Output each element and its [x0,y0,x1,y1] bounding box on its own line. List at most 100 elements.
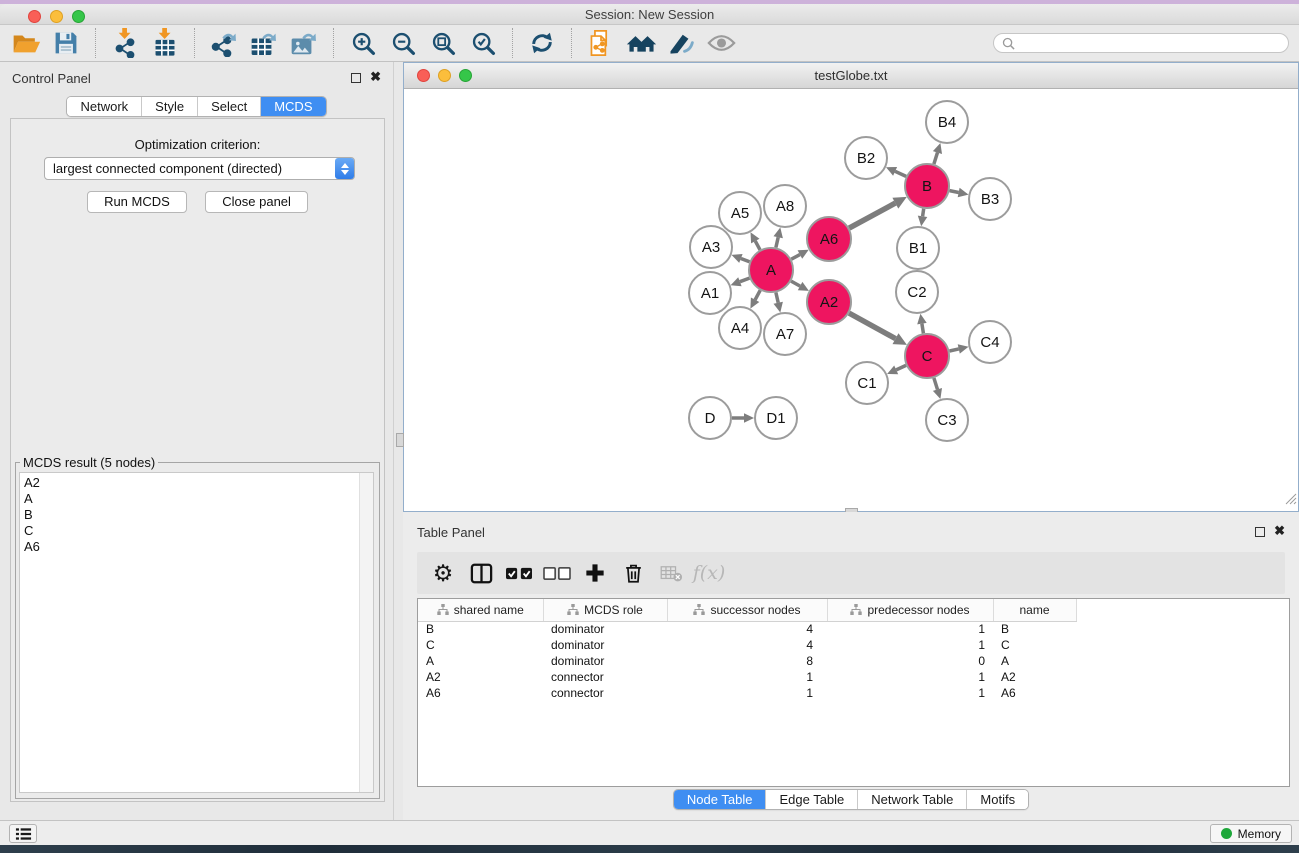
mcds-result-item[interactable]: C [20,523,373,539]
edge-B-B1[interactable] [918,209,928,226]
table-cell[interactable]: 0 [827,653,993,669]
table-cell[interactable]: B [993,621,1076,637]
hide-details-icon[interactable] [661,27,701,60]
select-all-columns-icon[interactable] [505,556,533,590]
node-A6[interactable]: A6 [807,217,851,261]
node-B4[interactable]: B4 [926,101,968,143]
zoom-fit-icon[interactable] [423,27,463,60]
zoom-out-icon[interactable] [383,27,423,60]
refresh-icon[interactable] [522,27,562,60]
table-cell[interactable]: dominator [543,653,667,669]
edge-A-A4[interactable] [750,290,760,308]
node-B2[interactable]: B2 [845,137,887,179]
edge-A-A2[interactable] [791,281,809,291]
table-cell[interactable]: A2 [993,669,1076,685]
edge-B-B3[interactable] [950,188,969,197]
edge-C-C3[interactable] [933,378,942,399]
zoom-in-icon[interactable] [343,27,383,60]
memory-button[interactable]: Memory [1210,824,1292,843]
edge-C-C1[interactable] [887,365,906,374]
split-panel-icon[interactable] [467,556,495,590]
search-box[interactable] [993,33,1289,53]
table-cell[interactable]: 1 [827,685,993,701]
table-cell[interactable]: A6 [993,685,1076,701]
close-panel-icon[interactable]: ✖ [370,70,381,84]
node-C4[interactable]: C4 [969,321,1011,363]
column-header-shared-name[interactable]: shared name [418,599,543,621]
node-A5[interactable]: A5 [719,192,761,234]
node-A4[interactable]: A4 [719,307,761,349]
delete-column-icon[interactable] [619,556,647,590]
import-table-icon[interactable] [145,27,185,60]
home-icon[interactable] [621,27,661,60]
table-cell[interactable]: 1 [827,621,993,637]
table-cell[interactable]: dominator [543,637,667,653]
table-cell[interactable]: connector [543,685,667,701]
table-cell[interactable]: 1 [827,637,993,653]
node-D1[interactable]: D1 [755,397,797,439]
add-column-icon[interactable] [581,556,609,590]
edge-A6-B[interactable] [849,197,907,228]
node-B3[interactable]: B3 [969,178,1011,220]
save-session-icon[interactable] [46,27,86,60]
table-cell[interactable]: 1 [667,669,827,685]
close-panel-button[interactable]: Close panel [205,191,308,213]
node-B1[interactable]: B1 [897,227,939,269]
node-C3[interactable]: C3 [926,399,968,441]
network-canvas[interactable]: AA1A2A3A4A5A6A7A8BB1B2B3B4CC1C2C3C4DD1 [404,89,1298,511]
export-table-icon[interactable] [244,27,284,60]
mcds-result-item[interactable]: A2 [20,475,373,491]
show-details-icon[interactable] [701,27,741,60]
node-A7[interactable]: A7 [764,313,806,355]
edge-B-B4[interactable] [933,143,942,164]
network-window-titlebar[interactable]: testGlobe.txt [404,63,1298,89]
node-A8[interactable]: A8 [764,185,806,227]
table-row[interactable]: A2connector11A2 [418,669,1289,685]
table-tab-network-table[interactable]: Network Table [858,790,967,809]
column-header-MCDS-role[interactable]: MCDS role [543,599,667,621]
search-input[interactable] [1020,36,1280,50]
node-B[interactable]: B [905,164,949,208]
table-row[interactable]: A6connector11A6 [418,685,1289,701]
table-cell[interactable]: A6 [418,685,543,701]
table-cell[interactable]: C [418,637,543,653]
tab-select[interactable]: Select [198,97,261,116]
node-C[interactable]: C [905,334,949,378]
optimization-criterion-select[interactable]: largest connected component (directed) [44,157,355,180]
table-cell[interactable]: 1 [667,685,827,701]
edge-A-A6[interactable] [791,250,808,259]
import-network-icon[interactable] [105,27,145,60]
table-tab-node-table[interactable]: Node Table [674,790,767,809]
edge-A-A3[interactable] [732,254,750,263]
node-D[interactable]: D [689,397,731,439]
column-header-predecessor-nodes[interactable]: predecessor nodes [827,599,993,621]
mcds-result-list[interactable]: A2ABCA6 [19,472,374,793]
column-header-successor-nodes[interactable]: successor nodes [667,599,827,621]
table-cell[interactable]: A [993,653,1076,669]
table-cell[interactable]: C [993,637,1076,653]
node-C1[interactable]: C1 [846,362,888,404]
deselect-all-columns-icon[interactable] [543,556,571,590]
table-row[interactable]: Adominator80A [418,653,1289,669]
edge-D-D1[interactable] [732,413,754,423]
mcds-result-item[interactable]: A6 [20,539,373,555]
tab-network[interactable]: Network [67,97,142,116]
run-mcds-button[interactable]: Run MCDS [87,191,187,213]
node-A[interactable]: A [749,248,793,292]
table-cell[interactable]: A [418,653,543,669]
app-titlebar[interactable]: Session: New Session [0,4,1299,25]
resize-grip-icon[interactable] [1283,491,1297,510]
mcds-result-item[interactable]: B [20,507,373,523]
table-cell[interactable]: 8 [667,653,827,669]
edge-A-A7[interactable] [774,293,783,313]
tab-mcds[interactable]: MCDS [261,97,325,116]
export-network-icon[interactable] [204,27,244,60]
table-row[interactable]: Cdominator41C [418,637,1289,653]
edge-C-C2[interactable] [917,314,927,334]
edge-C-C4[interactable] [950,344,969,353]
table-tab-motifs[interactable]: Motifs [967,790,1028,809]
export-image-icon[interactable] [284,27,324,60]
table-close-panel-icon[interactable]: ✖ [1274,524,1285,538]
node-A1[interactable]: A1 [689,272,731,314]
network-graph[interactable]: AA1A2A3A4A5A6A7A8BB1B2B3B4CC1C2C3C4DD1 [404,89,1298,511]
